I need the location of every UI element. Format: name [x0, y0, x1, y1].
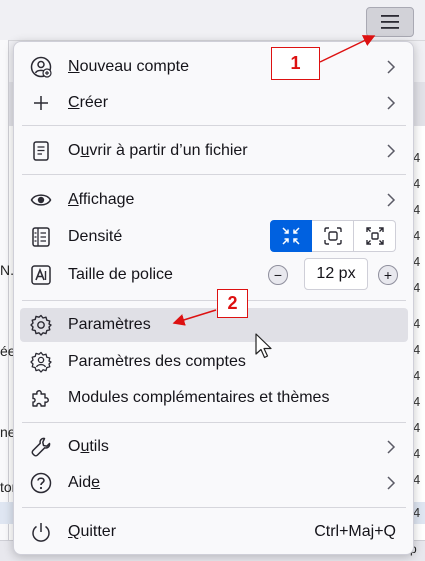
annotation-arrows	[172, 35, 376, 326]
callout-number-1: 1	[271, 47, 320, 80]
callout-number-2: 2	[217, 289, 248, 318]
mouse-cursor-icon	[255, 333, 272, 359]
